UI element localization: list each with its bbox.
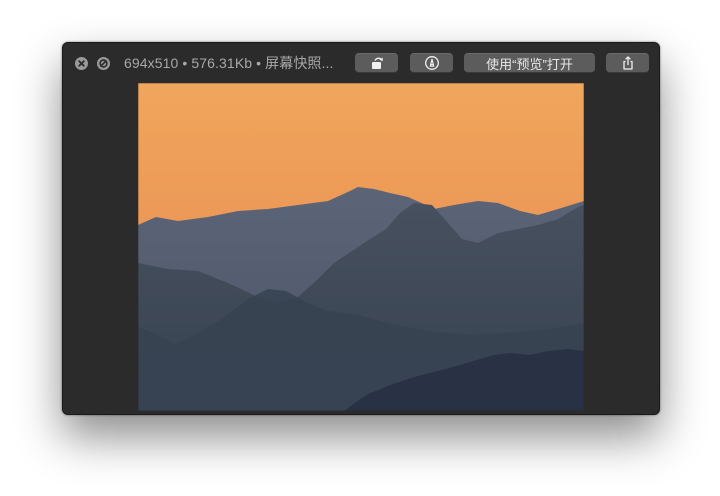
close-button[interactable]	[75, 57, 88, 70]
rotate-icon	[371, 57, 383, 69]
file-info-title: 694x510 • 576.31Kb • 屏幕快照...	[124, 55, 334, 71]
fullscreen-icon	[99, 59, 108, 68]
markup-button[interactable]	[410, 53, 453, 73]
preview-image	[138, 83, 584, 411]
title-bar: 694x510 • 576.31Kb • 屏幕快照... 使用“预览”打开	[63, 43, 659, 83]
quicklook-window: 694x510 • 576.31Kb • 屏幕快照... 使用“预览”打开	[62, 42, 660, 415]
rotate-button[interactable]	[355, 53, 398, 73]
fullscreen-button[interactable]	[97, 57, 110, 70]
share-icon	[622, 56, 633, 70]
mountain-sunset-image	[138, 83, 584, 411]
close-icon	[78, 60, 85, 67]
open-with-preview-button[interactable]: 使用“预览”打开	[464, 53, 595, 73]
markup-icon	[424, 56, 439, 70]
share-button[interactable]	[606, 53, 649, 73]
